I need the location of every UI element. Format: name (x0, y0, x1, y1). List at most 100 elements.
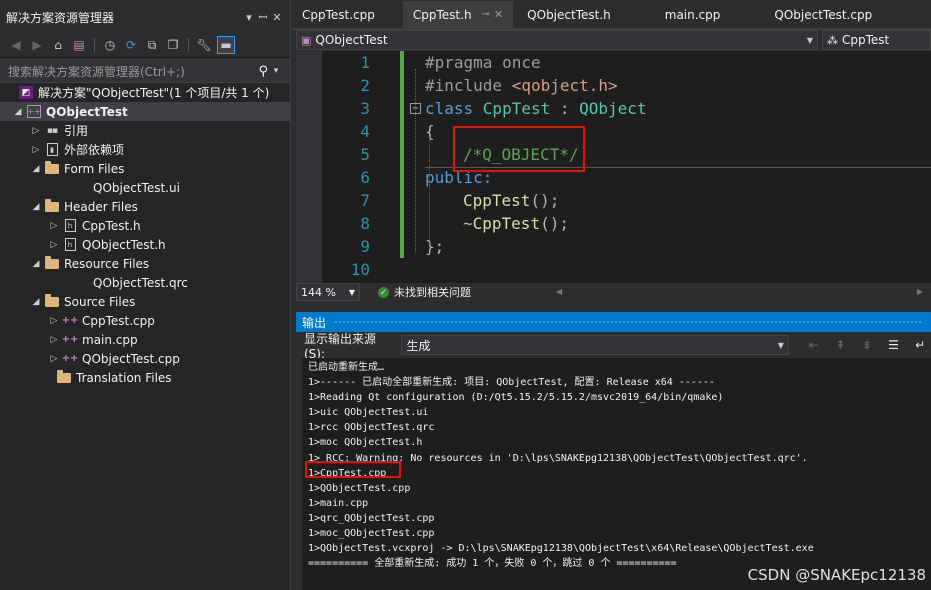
tree-node-label: Form Files (64, 161, 125, 176)
collapse-all-icon[interactable]: ⧉ (144, 37, 160, 53)
output-line: 1>QObjectTest.vcxproj -> D:\lps\SNAKEpg1… (308, 543, 814, 555)
properties-wrench-icon[interactable]: 🔧︎ (196, 37, 212, 53)
collapse-arrow-icon[interactable]: ◢ (30, 164, 42, 174)
output-text[interactable]: 已启动重新生成… 1>------ 已启动全部重新生成: 项目: QObject… (302, 358, 931, 590)
pin-icon[interactable]: ⊸ (482, 9, 490, 20)
indent-guide (429, 136, 430, 249)
change-marker (400, 143, 404, 166)
issues-indicator[interactable]: ✓ 未找到相关问题 (378, 284, 471, 300)
forward-icon[interactable]: ▶ (29, 37, 45, 53)
tab-qobjecttest-h[interactable]: QObjectTest.h (517, 1, 621, 28)
tree-node-external-deps[interactable]: ▷ ▮ 外部依赖项 (0, 140, 290, 159)
issues-text: 未找到相关问题 (394, 286, 471, 299)
project-icon: ++ (27, 105, 41, 118)
clear-all-icon[interactable]: ☰ (883, 336, 905, 354)
expand-arrow-icon[interactable]: ▷ (48, 221, 60, 231)
tab-cpptest-cpp[interactable]: CppTest.cpp (292, 1, 385, 28)
expand-arrow-icon[interactable]: ▷ (48, 240, 60, 250)
line-number: 6 (360, 168, 370, 187)
tree-node-label: QObjectTest.ui (93, 180, 180, 195)
pin-icon[interactable]: ꟷ (256, 10, 270, 25)
next-message-icon[interactable]: ⇟ (856, 336, 878, 354)
code-token: : (550, 99, 580, 118)
scope-dropdown[interactable]: ▣ QObjectTest ▼ (296, 30, 818, 50)
show-all-files-icon[interactable]: ❐ (165, 37, 181, 53)
back-icon[interactable]: ◀ (8, 37, 24, 53)
search-input[interactable]: 搜索解决方案资源管理器(Ctrl+;) (8, 63, 258, 80)
panel-splitter[interactable] (292, 301, 931, 311)
tab-main-cpp[interactable]: main.cpp (655, 1, 731, 28)
search-options-dropdown-icon[interactable]: ▾ (270, 66, 282, 76)
expand-arrow-icon[interactable]: ▷ (48, 316, 60, 326)
expand-arrow-icon[interactable]: ▷ (30, 126, 42, 136)
home-icon[interactable]: ⌂ (50, 37, 66, 53)
output-source-label: 显示输出来源(S): (304, 331, 377, 361)
pending-changes-filter-icon[interactable]: ◷ (102, 37, 118, 53)
output-line: 1>moc_QObjectTest.cpp (308, 528, 435, 540)
tree-node-file[interactable]: QObjectTest.ui (0, 178, 290, 197)
tree-node-form-files[interactable]: ◢ Form Files (0, 159, 290, 178)
tab-label: QObjectTest.h (527, 7, 611, 22)
code-token: class (425, 99, 483, 118)
tree-node-references[interactable]: ▷ ▪▪ 引用 (0, 121, 290, 140)
code-token: QObject (579, 99, 647, 118)
line-number: 10 (350, 260, 370, 279)
change-marker (400, 235, 404, 258)
collapse-arrow-icon[interactable]: ◢ (30, 259, 42, 269)
search-icon[interactable]: ⚲ (258, 64, 268, 79)
code-editor[interactable]: 1 #pragma once 2 #include <qobject.h> 3 … (296, 51, 931, 283)
window-position-dropdown-icon[interactable]: ▾ (242, 11, 256, 24)
tab-qobjecttest-cpp[interactable]: QObjectTest.cpp (764, 1, 882, 28)
expand-arrow-icon[interactable]: ▷ (48, 354, 60, 364)
tree-node-translation-files[interactable]: Translation Files (0, 368, 290, 387)
tab-cpptest-h[interactable]: CppTest.h ⊸ ✕ (402, 1, 514, 28)
tree-node-project[interactable]: ◢ ++ QObjectTest (0, 102, 290, 121)
tree-node-source-files[interactable]: ◢ Source Files (0, 292, 290, 311)
sync-icon[interactable]: ⟳ (123, 37, 139, 53)
change-marker (400, 166, 404, 189)
tree-node-label: CppTest.h (82, 218, 141, 233)
collapse-arrow-icon[interactable]: ◢ (30, 202, 42, 212)
code-text: }; (425, 237, 445, 256)
find-message-icon[interactable]: ⇤ (803, 336, 825, 354)
scope-value: QObjectTest (315, 33, 388, 47)
switch-views-icon[interactable]: ▤ (71, 37, 87, 53)
tree-node-resource-files[interactable]: ◢ Resource Files (0, 254, 290, 273)
solution-explorer-search[interactable]: 搜索解决方案资源管理器(Ctrl+;) ⚲ ▾ (0, 59, 290, 83)
tree-node-file[interactable]: ▷ ++ QObjectTest.cpp (0, 349, 290, 368)
annotation-highlight-box (305, 461, 401, 478)
output-line: 1> RCC: Warning: No resources in 'D:\lps… (308, 452, 808, 464)
zoom-dropdown[interactable]: 144 % ▼ (296, 283, 360, 301)
tree-node-label: QObjectTest.cpp (82, 351, 180, 366)
horizontal-scrollbar[interactable]: ◀ ▶ (556, 287, 923, 297)
tree-node-file[interactable]: QObjectTest.qrc (0, 273, 290, 292)
tab-label: main.cpp (664, 7, 721, 22)
header-file-icon: h (62, 219, 78, 233)
code-line: 9 }; (296, 235, 931, 258)
tree-node-file[interactable]: ▷ h CppTest.h (0, 216, 290, 235)
tree-node-file[interactable]: ▷ ++ CppTest.cpp (0, 311, 290, 330)
tree-node-label: CppTest.cpp (82, 313, 155, 328)
tree-node-header-files[interactable]: ◢ Header Files (0, 197, 290, 216)
word-wrap-icon[interactable]: ↵ (909, 336, 931, 354)
line-number: 9 (360, 237, 370, 256)
code-line: 6 public: (296, 166, 931, 189)
scroll-right-icon[interactable]: ▶ (917, 287, 923, 296)
previous-message-icon[interactable]: ⇞ (830, 336, 852, 354)
chevron-down-icon: ▼ (806, 35, 813, 45)
close-tab-icon[interactable]: ✕ (494, 8, 503, 21)
tree-node-file[interactable]: ▷ ++ main.cpp (0, 330, 290, 349)
expand-arrow-icon[interactable]: ▷ (30, 145, 42, 155)
output-source-select[interactable]: 生成 ▼ (401, 335, 789, 355)
member-dropdown[interactable]: ⁂ CppTest (822, 30, 931, 50)
collapse-arrow-icon[interactable]: ◢ (12, 107, 24, 117)
tree-node-file[interactable]: ▷ h QObjectTest.h (0, 235, 290, 254)
preview-selected-icon[interactable]: ▬ (217, 36, 235, 54)
collapse-arrow-icon[interactable]: ◢ (30, 297, 42, 307)
scroll-left-icon[interactable]: ◀ (556, 287, 562, 296)
expand-arrow-icon[interactable]: ▷ (48, 335, 60, 345)
tree-node-solution[interactable]: ◩ 解决方案"QObjectTest"(1 个项目/共 1 个) (0, 83, 290, 102)
line-number: 8 (360, 214, 370, 233)
close-icon[interactable]: ✕ (270, 11, 284, 24)
code-line: 2 #include <qobject.h> (296, 74, 931, 97)
